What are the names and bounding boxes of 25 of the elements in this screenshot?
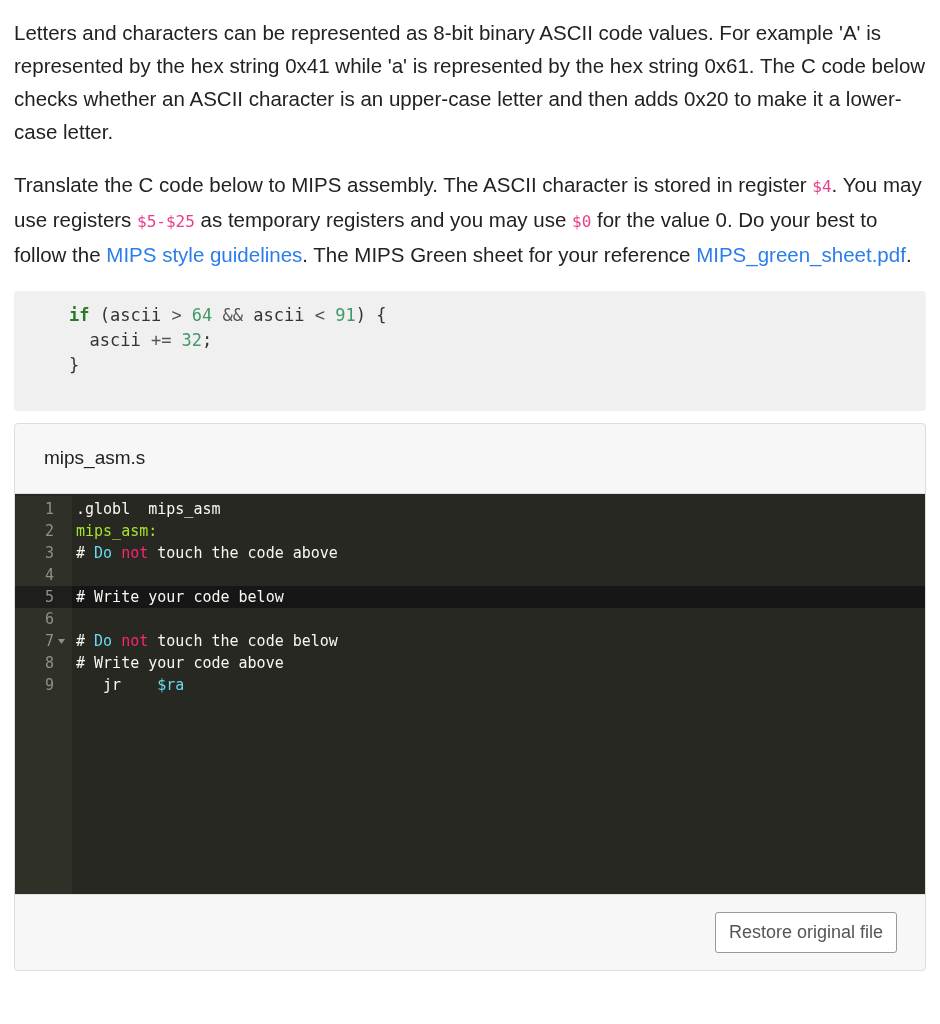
code-block: if (ascii > 64 && ascii < 91) { ascii += 32; }: [14, 291, 926, 411]
code-editor[interactable]: 1 2 3 4 5 6 7 8 9 .globl mips_asm mips_asm: # Do not touch the code above # Write your code below # Do not touch the code below # Write your code above jr $ra: [15, 494, 925, 894]
paragraph: Letters and characters can be represented as 8-bit binary ASCII code values. For example 'A' is represented by the hex string 0x41 while 'a' is represented by the hex string 0x61. The C code below checks whether an ASCII character is an upper-case letter and then adds 0x20 to make it a lower-case letter.: [14, 20, 926, 145]
line-number: 9: [44, 675, 54, 696]
line-number: 7: [44, 631, 54, 652]
code-line: # Do not touch the code above: [76, 544, 338, 562]
line-number: 5: [44, 587, 54, 608]
link[interactable]: MIPS_green_sheet.pdf: [696, 243, 906, 266]
line-number: 6: [44, 609, 54, 630]
code-line: # Write your code above: [76, 654, 284, 672]
line-number: 3: [44, 543, 54, 564]
line-number: 2: [44, 521, 54, 542]
restore-button[interactable]: Restore original file: [714, 912, 897, 953]
code-line: jr $ra: [102, 676, 185, 694]
paragraph: Translate the C code below to MIPS assembly. The ASCII character is stored in register $4. You may use registers $5-$25 as temporary registers and you may use $0 for the value 0. Do your best to follow the MIPS style guidelines. The MIPS Green sheet for your reference MIPS_green_sheet.pdf.: [14, 172, 923, 269]
fold-caret-icon[interactable]: [57, 638, 65, 644]
line-number: 4: [44, 565, 54, 586]
code-line: # Write your code below: [76, 588, 284, 606]
code-line: # Do not touch the code below: [76, 632, 338, 650]
code-line: .globl mips_asm: [76, 500, 221, 518]
code-line: mips_asm:: [76, 522, 158, 540]
line-number: 1: [44, 499, 54, 520]
file-name: mips_asm.s: [44, 446, 146, 471]
link[interactable]: MIPS style guidelines: [106, 243, 303, 266]
line-number: 8: [44, 653, 54, 674]
